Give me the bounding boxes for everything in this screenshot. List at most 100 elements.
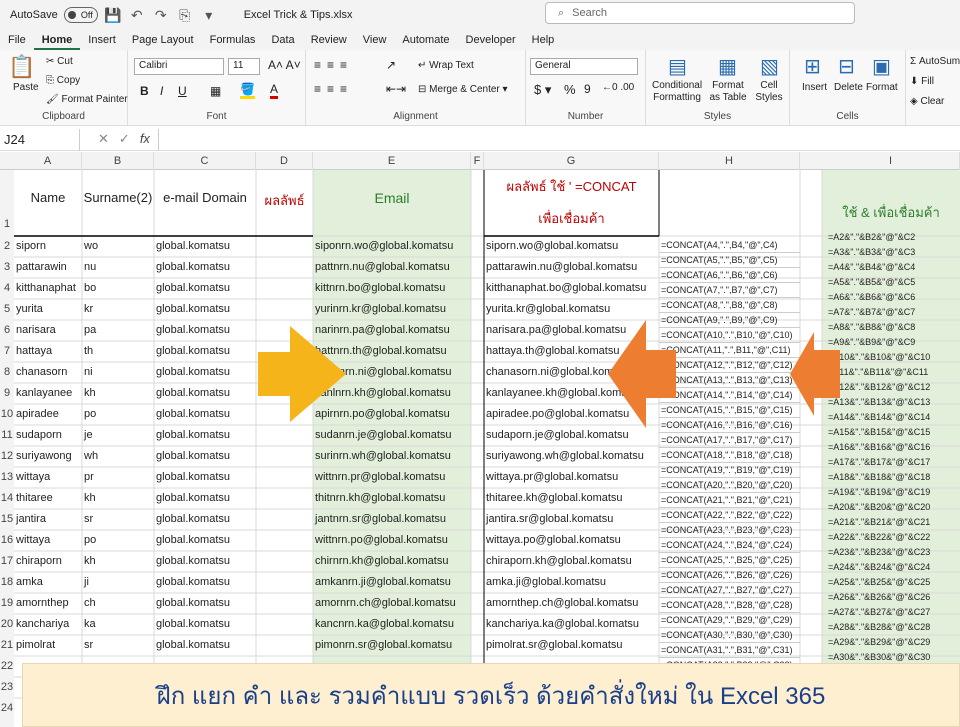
tab-formulas[interactable]: Formulas xyxy=(202,30,264,50)
cell-e[interactable]: pattnrn.nu@global.komatsu xyxy=(313,257,471,278)
cell-c[interactable]: global.komatsu xyxy=(154,635,256,656)
header-result[interactable]: ผลลัพธ์ xyxy=(256,190,313,211)
font-size-select[interactable]: 11 xyxy=(228,58,260,75)
cell-h-formula[interactable]: =CONCAT(A22,".",B22,"@",C22) xyxy=(659,508,800,523)
cell-e[interactable]: hattnrn.th@global.komatsu xyxy=(313,341,471,362)
cell-b[interactable]: bo xyxy=(82,278,154,299)
cell-h-formula[interactable]: =CONCAT(A10,".",B10,"@",C10) xyxy=(659,328,800,343)
row-header[interactable]: 21 xyxy=(0,635,14,656)
cell-h-formula[interactable]: =CONCAT(A16,".",B16,"@",C16) xyxy=(659,418,800,433)
cell-e[interactable]: kancnrn.ka@global.komatsu xyxy=(313,614,471,635)
col-header-F[interactable]: F xyxy=(471,152,484,170)
autosave-toggle[interactable]: Off xyxy=(63,7,98,23)
cell-c[interactable]: global.komatsu xyxy=(154,425,256,446)
cell-a[interactable]: chanasorn xyxy=(14,362,82,383)
cell-g[interactable]: kanlayanee.kh@global.komatsu xyxy=(484,383,659,404)
cell-c[interactable]: global.komatsu xyxy=(154,614,256,635)
row-header[interactable]: 3 xyxy=(0,257,14,278)
cell-e[interactable]: apirnrn.po@global.komatsu xyxy=(313,404,471,425)
row-header[interactable]: 22 xyxy=(0,656,14,677)
wrap-text-button[interactable]: ↵ Wrap Text xyxy=(418,60,474,71)
cell-h-formula[interactable]: =CONCAT(A11,".",B11,"@",C11) xyxy=(659,343,800,358)
cell-e[interactable]: narinrn.pa@global.komatsu xyxy=(313,320,471,341)
tab-developer[interactable]: Developer xyxy=(458,30,524,50)
cell-b[interactable]: pa xyxy=(82,320,154,341)
header-ampersand[interactable]: ใช้ & เพื่อเชื่อมค้า xyxy=(822,202,960,223)
italic-icon[interactable]: I xyxy=(160,84,163,98)
cell-h-formula[interactable]: =CONCAT(A8,".",B8,"@",C8) xyxy=(659,298,800,313)
tab-automate[interactable]: Automate xyxy=(394,30,457,50)
cell-b[interactable]: kh xyxy=(82,551,154,572)
cell-c[interactable]: global.komatsu xyxy=(154,341,256,362)
cell-a[interactable]: wittaya xyxy=(14,467,82,488)
cell-g[interactable]: siporn.wo@global.komatsu xyxy=(484,236,659,257)
cell-i-formula[interactable]: =A24&"."&B24&"@"&C24 xyxy=(826,560,960,575)
paste-icon[interactable]: 📋 xyxy=(8,54,35,80)
cell-h-formula[interactable]: =CONCAT(A15,".",B15,"@",C15) xyxy=(659,403,800,418)
bold-icon[interactable]: B xyxy=(140,84,149,98)
cell-b[interactable]: po xyxy=(82,404,154,425)
cell-b[interactable]: ka xyxy=(82,614,154,635)
cell-h-formula[interactable]: =CONCAT(A13,".",B13,"@",C13) xyxy=(659,373,800,388)
row-header[interactable]: 19 xyxy=(0,593,14,614)
cell-a[interactable]: jantira xyxy=(14,509,82,530)
cell-h-formula[interactable]: =CONCAT(A23,".",B23,"@",C23) xyxy=(659,523,800,538)
format-cells-icon[interactable]: ▣ xyxy=(872,54,891,79)
cell-g[interactable]: narisara.pa@global.komatsu xyxy=(484,320,659,341)
cell-a[interactable]: chiraporn xyxy=(14,551,82,572)
row-header[interactable]: 14 xyxy=(0,488,14,509)
cell-e[interactable]: amornrn.ch@global.komatsu xyxy=(313,593,471,614)
cell-a[interactable]: yurita xyxy=(14,299,82,320)
cell-a[interactable]: apiradee xyxy=(14,404,82,425)
insert-cells-button[interactable]: Insert xyxy=(802,82,827,93)
cell-i-formula[interactable]: =A29&"."&B29&"@"&C29 xyxy=(826,635,960,650)
cell-e[interactable]: pimonrn.sr@global.komatsu xyxy=(313,635,471,656)
cell-i-formula[interactable]: =A4&"."&B4&"@"&C4 xyxy=(826,260,960,275)
cell-b[interactable]: po xyxy=(82,530,154,551)
align-horizontal-icons[interactable]: ≡≡≡ xyxy=(314,82,353,96)
header-name[interactable]: Name xyxy=(14,190,82,205)
cell-e[interactable]: thitnrn.kh@global.komatsu xyxy=(313,488,471,509)
cell-h-formula[interactable]: =CONCAT(A20,".",B20,"@",C20) xyxy=(659,478,800,493)
cell-g[interactable]: amornthep.ch@global.komatsu xyxy=(484,593,659,614)
col-header-I[interactable]: I xyxy=(822,152,960,170)
cell-e[interactable]: sudanrn.je@global.komatsu xyxy=(313,425,471,446)
cell-e[interactable]: wittnrn.pr@global.komatsu xyxy=(313,467,471,488)
conditional-formatting-button[interactable]: Conditional Formatting xyxy=(652,80,702,104)
tab-review[interactable]: Review xyxy=(303,30,355,50)
cell-a[interactable]: wittaya xyxy=(14,530,82,551)
fill-button[interactable]: ⬇ Fill xyxy=(910,76,934,87)
cell-styles-icon[interactable]: ▧ xyxy=(760,54,779,79)
row-header[interactable]: 16 xyxy=(0,530,14,551)
cell-g[interactable]: wittaya.pr@global.komatsu xyxy=(484,467,659,488)
cell-c[interactable]: global.komatsu xyxy=(154,404,256,425)
cell-b[interactable]: ni xyxy=(82,362,154,383)
orientation-icon[interactable]: ↗ xyxy=(386,58,396,72)
cell-g[interactable]: chiraporn.kh@global.komatsu xyxy=(484,551,659,572)
row-header[interactable]: 24 xyxy=(0,698,14,719)
tab-insert[interactable]: Insert xyxy=(80,30,124,50)
cell-i-formula[interactable]: =A28&"."&B28&"@"&C28 xyxy=(826,620,960,635)
cell-b[interactable]: kr xyxy=(82,299,154,320)
row-header[interactable]: 10 xyxy=(0,404,14,425)
cell-c[interactable]: global.komatsu xyxy=(154,383,256,404)
copy-button[interactable]: ⎘ Copy xyxy=(46,75,80,86)
row-header[interactable]: 5 xyxy=(0,299,14,320)
cell-e[interactable]: wittnrn.po@global.komatsu xyxy=(313,530,471,551)
row-header[interactable]: 8 xyxy=(0,362,14,383)
cell-e[interactable]: surinrn.wh@global.komatsu xyxy=(313,446,471,467)
cell-a[interactable]: narisara xyxy=(14,320,82,341)
percent-icon[interactable]: % xyxy=(564,82,576,97)
cell-b[interactable]: sr xyxy=(82,509,154,530)
cell-h-formula[interactable]: =CONCAT(A28,".",B28,"@",C28) xyxy=(659,598,800,613)
row-header[interactable]: 12 xyxy=(0,446,14,467)
cell-i-formula[interactable]: =A20&"."&B20&"@"&C20 xyxy=(826,500,960,515)
col-header-H[interactable]: H xyxy=(659,152,800,170)
cell-g[interactable]: pattarawin.nu@global.komatsu xyxy=(484,257,659,278)
row-header[interactable]: 2 xyxy=(0,236,14,257)
cell-b[interactable]: wh xyxy=(82,446,154,467)
cell-c[interactable]: global.komatsu xyxy=(154,278,256,299)
header-concat-line2[interactable]: เพื่อเชื่อมค้า xyxy=(484,208,659,229)
autosum-button[interactable]: Σ AutoSum xyxy=(910,56,960,67)
cell-e[interactable]: channrn.ni@global.komatsu xyxy=(313,362,471,383)
